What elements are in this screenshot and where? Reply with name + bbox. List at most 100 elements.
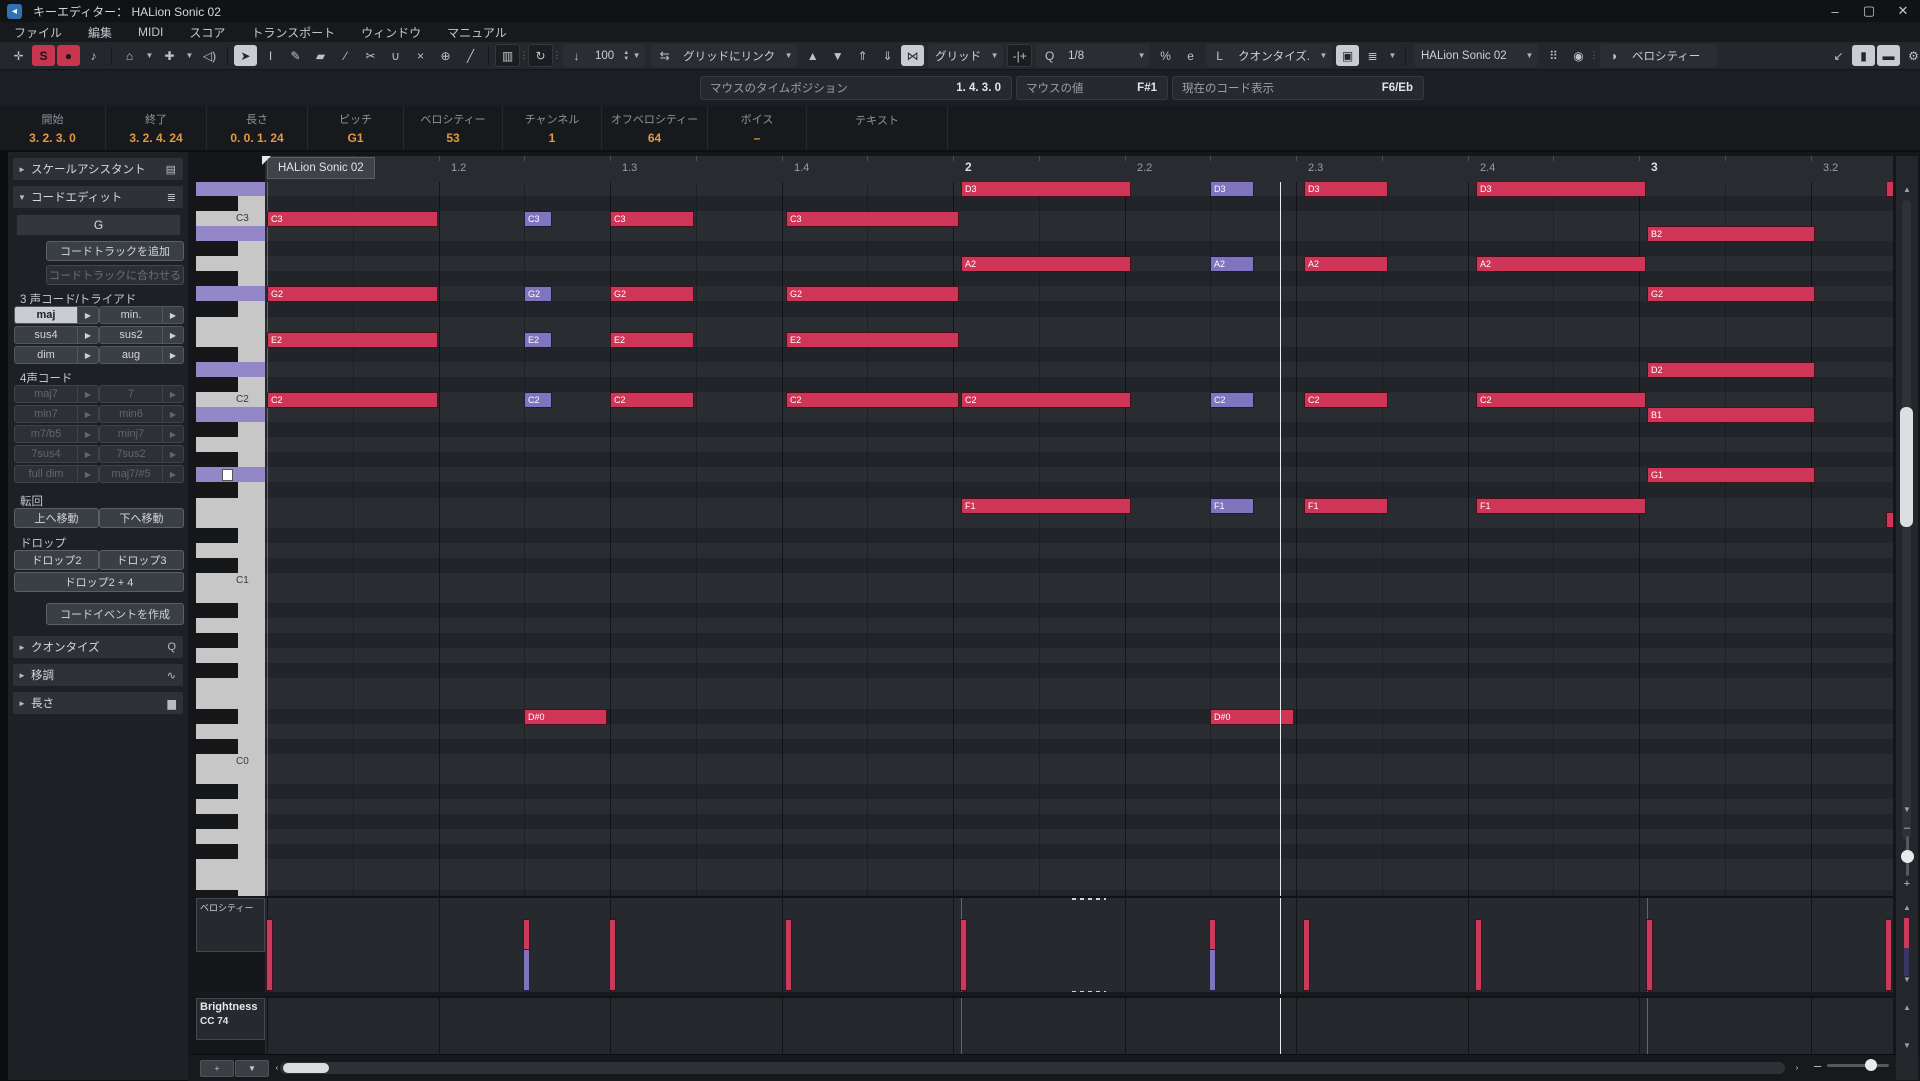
chord-label[interactable]: min6: [99, 405, 163, 423]
midi-note-E2[interactable]: E2: [267, 332, 438, 348]
piano-key-G#1[interactable]: [196, 452, 265, 467]
mute-tool[interactable]: ×: [409, 45, 432, 66]
piano-key-B0[interactable]: [196, 588, 265, 603]
drop24-button[interactable]: ドロップ2 + 4: [14, 572, 184, 592]
midi-note-B1[interactable]: B1: [1647, 407, 1815, 423]
scroll-down-arrow[interactable]: ▼: [1896, 802, 1918, 816]
piano-key-C#3[interactable]: [196, 196, 265, 211]
object-selection-tool[interactable]: ➤: [234, 45, 257, 66]
zoom-tool[interactable]: ⊕: [434, 45, 457, 66]
menu-マニュアル[interactable]: マニュアル: [447, 24, 507, 41]
iterative-quantize-icon[interactable]: %: [1154, 45, 1177, 66]
midi-note-F1[interactable]: F1: [1304, 498, 1388, 514]
pitch-visibility-icon[interactable]: ⌂: [118, 45, 141, 66]
chord-button-minj7[interactable]: minj7▶: [99, 425, 184, 443]
piano-key-F-1[interactable]: [196, 859, 265, 874]
chord-play-icon[interactable]: ▶: [163, 346, 184, 364]
chord-button-maj[interactable]: maj▶: [14, 306, 99, 324]
info-col-ボイス[interactable]: ボイス–: [708, 106, 807, 150]
chord-button-min.[interactable]: min.▶: [99, 306, 184, 324]
piano-key-A#2[interactable]: [196, 241, 265, 256]
midi-note-A2[interactable]: A2: [961, 256, 1131, 272]
draw-tool[interactable]: ✎: [284, 45, 307, 66]
setup-gear-icon[interactable]: ⚙: [1902, 45, 1920, 66]
midi-note-E2[interactable]: E2: [610, 332, 694, 348]
record-button[interactable]: ●: [57, 45, 80, 66]
chord-button-min6[interactable]: min6▶: [99, 405, 184, 423]
midi-note-C2[interactable]: C2: [786, 392, 959, 408]
piano-key-A0[interactable]: [196, 618, 265, 633]
snap-type-label[interactable]: グリッド: [929, 48, 987, 64]
pin-icon[interactable]: ✛: [7, 45, 30, 66]
midi-note-C2[interactable]: C2: [524, 392, 552, 408]
horizontal-scrollbar[interactable]: [280, 1062, 1785, 1074]
piano-key-A#1[interactable]: [196, 422, 265, 437]
midi-note-C3[interactable]: C3: [267, 211, 438, 227]
chord-button-maj7[interactable]: maj7▶: [14, 385, 99, 403]
piano-key-F#-1[interactable]: [196, 844, 265, 859]
piano-key-D0[interactable]: [196, 724, 265, 739]
piano-key-B-1[interactable]: [196, 769, 265, 784]
midi-note-E2[interactable]: E2: [786, 332, 959, 348]
midi-note-D3[interactable]: D3: [961, 182, 1131, 197]
midi-note-F1[interactable]: F1: [1210, 498, 1254, 514]
cc-controller-lane[interactable]: [265, 996, 1893, 1054]
chord-play-icon[interactable]: ▶: [163, 405, 184, 423]
piano-key-B1[interactable]: [196, 407, 265, 422]
midi-note-G2[interactable]: G2: [267, 286, 438, 302]
lower-zone-button[interactable]: ▬: [1877, 45, 1900, 66]
velocity-bar[interactable]: [1209, 949, 1216, 991]
time-ruler[interactable]: 1.21.31.422.22.32.433.2: [265, 156, 1893, 183]
chord-button-7sus2[interactable]: 7sus2▶: [99, 445, 184, 463]
chord-play-icon[interactable]: ▶: [163, 445, 184, 463]
vzoom-in-icon[interactable]: +: [1904, 878, 1910, 890]
piano-key-C#1[interactable]: [196, 558, 265, 573]
piano-key-D3[interactable]: [196, 182, 265, 196]
edited-part-dropdown[interactable]: HALion Sonic 02: [1415, 50, 1522, 62]
chord-button-m7/b5[interactable]: m7/b5▶: [14, 425, 99, 443]
chord-button-7[interactable]: 7▶: [99, 385, 184, 403]
midi-input-icon[interactable]: ◉: [1567, 45, 1590, 66]
range-selection-tool[interactable]: I: [259, 45, 282, 66]
midi-note-E2[interactable]: E2: [524, 332, 552, 348]
link-to-grid-icon[interactable]: ⇆: [653, 45, 676, 66]
velocity-lane[interactable]: [265, 896, 1893, 994]
independent-loop-icon[interactable]: ↻: [528, 44, 553, 67]
midi-note-edge[interactable]: [1886, 182, 1893, 197]
chord-root-display[interactable]: G: [16, 214, 181, 236]
midi-note-C2[interactable]: C2: [961, 392, 1131, 408]
midi-note-A2[interactable]: A2: [1304, 256, 1388, 272]
chord-play-icon[interactable]: ▶: [78, 385, 99, 403]
status-field-2[interactable]: 現在のコード表示F6/Eb: [1172, 76, 1424, 100]
trim-tool[interactable]: ∕: [334, 45, 357, 66]
info-col-終了[interactable]: 終了3. 2. 4. 24: [106, 106, 207, 150]
lane-type-dropdown[interactable]: ▼: [235, 1060, 269, 1077]
acoustic-feedback-icon[interactable]: ♪: [82, 45, 105, 66]
dropdown-arrow-icon[interactable]: ▼: [1134, 45, 1149, 66]
piano-key-F2[interactable]: [196, 317, 265, 332]
info-col-チャンネル[interactable]: チャンネル1: [503, 106, 602, 150]
chord-label[interactable]: minj7: [99, 425, 163, 443]
chord-label[interactable]: dim: [14, 346, 78, 364]
piano-key-D#2[interactable]: [196, 347, 265, 362]
piano-key-C#0[interactable]: [196, 739, 265, 754]
split-tool[interactable]: ✂: [359, 45, 382, 66]
status-field-0[interactable]: マウスのタイムポジション1. 4. 3. 0: [700, 76, 1012, 100]
piano-key-C3[interactable]: [196, 211, 265, 226]
midi-note-C3[interactable]: C3: [786, 211, 959, 227]
piano-key-G2[interactable]: [196, 286, 265, 301]
glue-tool[interactable]: ∪: [384, 45, 407, 66]
piano-key-F#1[interactable]: [196, 482, 265, 497]
length-quantize-value[interactable]: クオンタイズ.: [1232, 48, 1316, 64]
vertical-zoom-slider[interactable]: – +: [1899, 822, 1915, 896]
cc-scroll-down[interactable]: ▼: [1896, 1038, 1918, 1052]
midi-note-F1[interactable]: F1: [1476, 498, 1646, 514]
add-chord-track-button[interactable]: コードトラックを追加: [46, 241, 184, 261]
menu-トランスポート[interactable]: トランスポート: [251, 24, 335, 41]
move-down-button[interactable]: 下へ移動: [99, 508, 184, 528]
midi-note-B2[interactable]: B2: [1647, 226, 1815, 242]
left-zone-button[interactable]: ▮: [1852, 45, 1875, 66]
midi-note-C2[interactable]: C2: [1304, 392, 1388, 408]
chord-label[interactable]: maj7/#5: [99, 465, 163, 483]
menu-MIDI[interactable]: MIDI: [138, 25, 163, 39]
